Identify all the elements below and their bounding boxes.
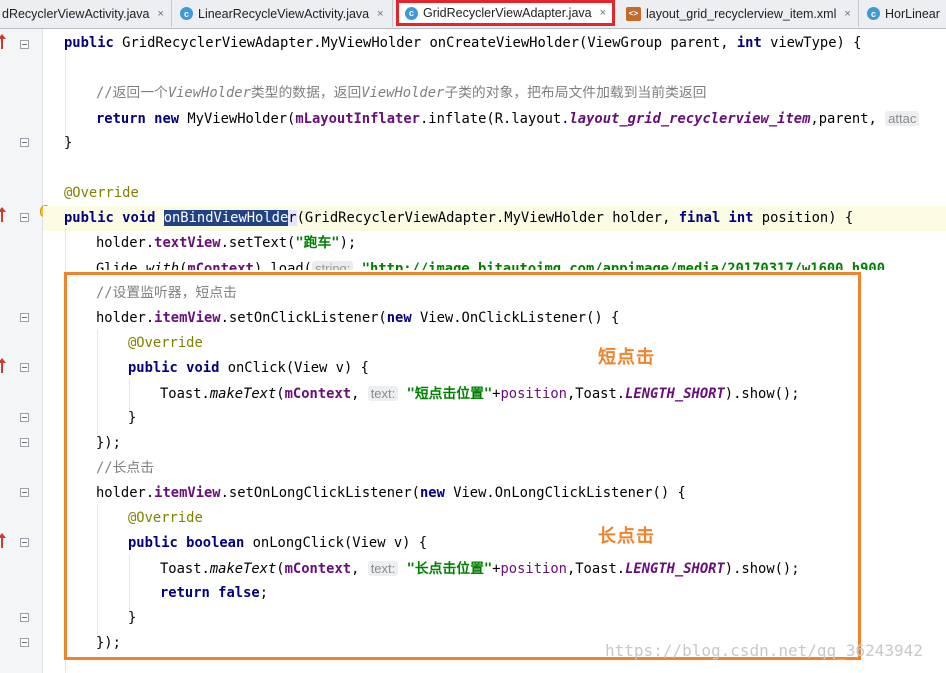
code-annotation: @Override [128, 510, 203, 526]
fold-icon[interactable] [20, 40, 29, 49]
code-editor[interactable]: public GridRecyclerViewAdapter.MyViewHol… [43, 29, 946, 673]
fold-icon[interactable] [20, 138, 29, 147]
editor-tab-bar: dRecyclerViewActivity.java × c LinearRec… [0, 0, 946, 29]
code-comment: //长点击 [96, 460, 155, 476]
override-arrow-icon[interactable] [0, 358, 6, 373]
code-line: Toast.makeText(mContext, text: "长点击位置"+p… [160, 561, 800, 577]
code-line: public boolean onLongClick(View v) { [128, 535, 428, 551]
fold-icon[interactable] [20, 413, 29, 422]
tab-layout-grid-recyclerview-item[interactable]: <> layout_grid_recyclerview_item.xml × [618, 0, 859, 27]
java-class-icon: c [405, 6, 418, 20]
parameter-hint: text: [367, 386, 399, 401]
code-line: holder.textView.setText("跑车"); [96, 235, 357, 251]
tab-label: GridRecyclerViewAdapter.java [423, 6, 592, 20]
editor-gutter [0, 29, 42, 673]
code-line: public void onBindViewHolder(GridRecycle… [64, 210, 854, 226]
close-icon[interactable]: × [158, 8, 164, 20]
indent-guide [97, 329, 98, 439]
tab-grid-recycler-view-activity[interactable]: dRecyclerViewActivity.java × [0, 0, 172, 27]
code-line: } [64, 135, 73, 151]
code-line: } [128, 410, 137, 426]
close-icon[interactable]: × [377, 8, 383, 20]
fold-icon[interactable] [20, 538, 29, 547]
override-arrow-icon[interactable] [0, 533, 6, 548]
tab-hor-linear[interactable]: c HorLinear [859, 0, 946, 27]
parameter-hint: string: [312, 261, 354, 270]
code-line: public void onClick(View v) { [128, 360, 369, 376]
tab-label: LinearRecycleViewActivity.java [198, 6, 370, 21]
short-click-label: 短点击 [598, 347, 655, 368]
xml-layout-icon: <> [626, 6, 641, 21]
tab-grid-recycler-view-adapter[interactable]: c GridRecyclerViewAdapter.java × [396, 0, 615, 26]
code-annotation: @Override [128, 335, 203, 351]
tab-label: layout_grid_recyclerview_item.xml [646, 6, 837, 21]
code-line: public GridRecyclerViewAdapter.MyViewHol… [64, 35, 862, 51]
indent-guide [97, 504, 98, 639]
code-line: holder.itemView.setOnClickListener(new V… [96, 310, 620, 326]
fold-icon[interactable] [20, 213, 29, 222]
indent-guide [65, 229, 66, 673]
indent-guide [129, 554, 130, 614]
tab-linear-recycle-view-activity[interactable]: c LinearRecycleViewActivity.java × [172, 0, 393, 27]
override-arrow-icon[interactable] [0, 34, 6, 49]
tab-label: dRecyclerViewActivity.java [2, 6, 150, 21]
code-annotation: @Override [64, 185, 139, 201]
fold-icon[interactable] [20, 313, 29, 322]
code-line: return false; [160, 585, 268, 601]
fold-icon[interactable] [20, 613, 29, 622]
java-class-icon: c [867, 7, 880, 20]
parameter-hint: text: [367, 561, 399, 576]
code-line: holder.itemView.setOnLongClickListener(n… [96, 485, 686, 501]
java-class-icon: c [180, 7, 193, 20]
fold-icon[interactable] [20, 438, 29, 447]
code-line: Toast.makeText(mContext, text: "短点击位置"+p… [160, 386, 800, 402]
code-line: }); [96, 635, 121, 651]
fold-icon[interactable] [20, 638, 29, 647]
tab-label: HorLinear [885, 6, 940, 21]
code-line: return new MyViewHolder(mLayoutInflater.… [96, 106, 920, 131]
long-click-label: 长点击 [598, 526, 655, 547]
code-line: }); [96, 435, 121, 451]
code-comment: //返回一个ViewHolder类型的数据，返回ViewHolder子类的对象，… [96, 85, 707, 101]
override-arrow-icon[interactable] [0, 207, 6, 222]
watermark: https://blog.csdn.net/qq_36243942 [605, 641, 923, 660]
selected-text: onBindViewHolde [163, 210, 289, 226]
fold-icon[interactable] [20, 363, 29, 372]
code-line: } [128, 610, 137, 626]
code-comment: //设置监听器，短点击 [96, 285, 237, 301]
fold-icon[interactable] [20, 488, 29, 497]
code-line-partial: Glide.with(mContext).load(string: "http:… [96, 256, 893, 270]
close-icon[interactable]: × [600, 7, 606, 19]
close-icon[interactable]: × [844, 8, 850, 20]
parameter-hint: attac [885, 111, 920, 126]
